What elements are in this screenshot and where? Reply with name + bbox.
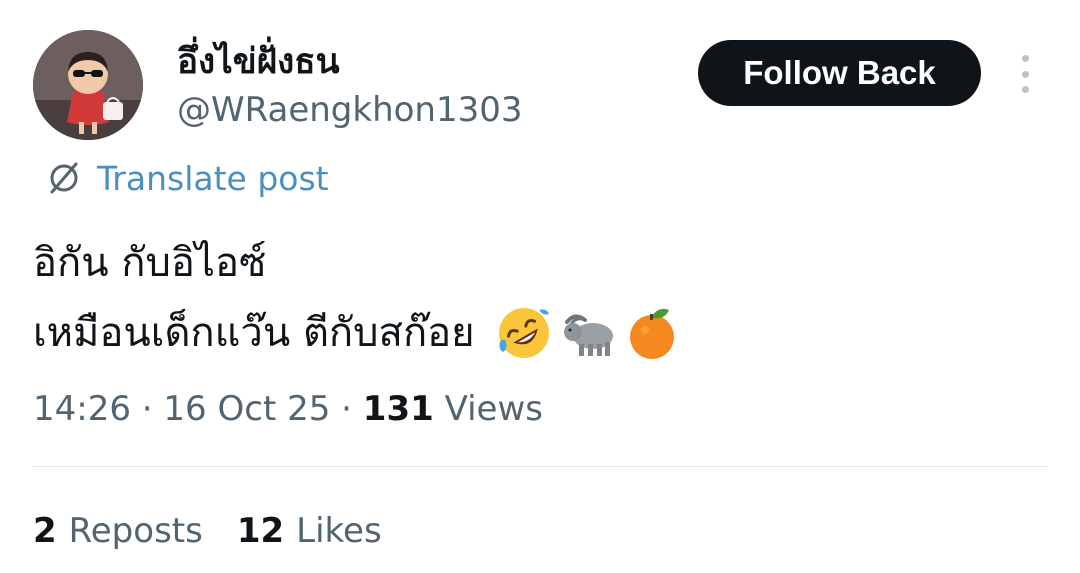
translate-globe-icon [50,162,78,194]
rolling-on-floor-laughing-emoji [495,304,553,362]
water-buffalo-emoji [559,304,617,362]
post-line-2: เหมือนเด็กแว๊น ตีกับสก๊อย [33,298,681,368]
post-meta: 14:26 · 16 Oct 25 · 131 Views [33,386,543,432]
meta-separator: · [341,389,352,429]
tangerine-emoji [623,304,681,362]
avatar-image [33,30,143,140]
reposts-count: 2 [33,511,57,551]
more-dot [1021,86,1029,93]
translate-post-label: Translate post [97,158,329,198]
divider [33,466,1047,467]
translate-post-link[interactable]: Translate post [45,156,329,200]
more-options-button[interactable] [1010,55,1040,93]
more-dot [1021,70,1029,78]
post-body: อิกัน กับอิไอซ์ เหมือนเด็กแว๊น ตีกับสก๊อ… [33,228,681,368]
post-text-line-1: อิกัน กับอิไอซ์ [33,240,267,286]
meta-separator: · [141,389,153,429]
likes-count: 12 [236,511,285,551]
likes-label: Likes [296,511,382,551]
reposts-label: Reposts [68,511,203,551]
more-dot [1021,55,1029,62]
post-time[interactable]: 14:26 [33,389,131,429]
post-line-1: อิกัน กับอิไอซ์ [33,228,681,298]
avatar[interactable] [33,30,143,140]
engagement-stats: 2 Reposts 12 Likes [33,508,382,554]
views-count: 131 [362,389,434,429]
post-date[interactable]: 16 Oct 25 [163,389,330,429]
views-label: Views [444,389,543,429]
likes-stat[interactable]: 12 Likes [237,508,382,554]
reposts-stat[interactable]: 2 Reposts [33,508,203,554]
display-name[interactable]: อึ่งไข่ฝั่งธน [177,40,340,84]
user-handle[interactable]: @WRaengkhon1303 [177,88,523,132]
post-text-line-2: เหมือนเด็กแว๊น ตีกับสก๊อย [33,310,475,356]
follow-back-button[interactable]: Follow Back [698,40,981,106]
